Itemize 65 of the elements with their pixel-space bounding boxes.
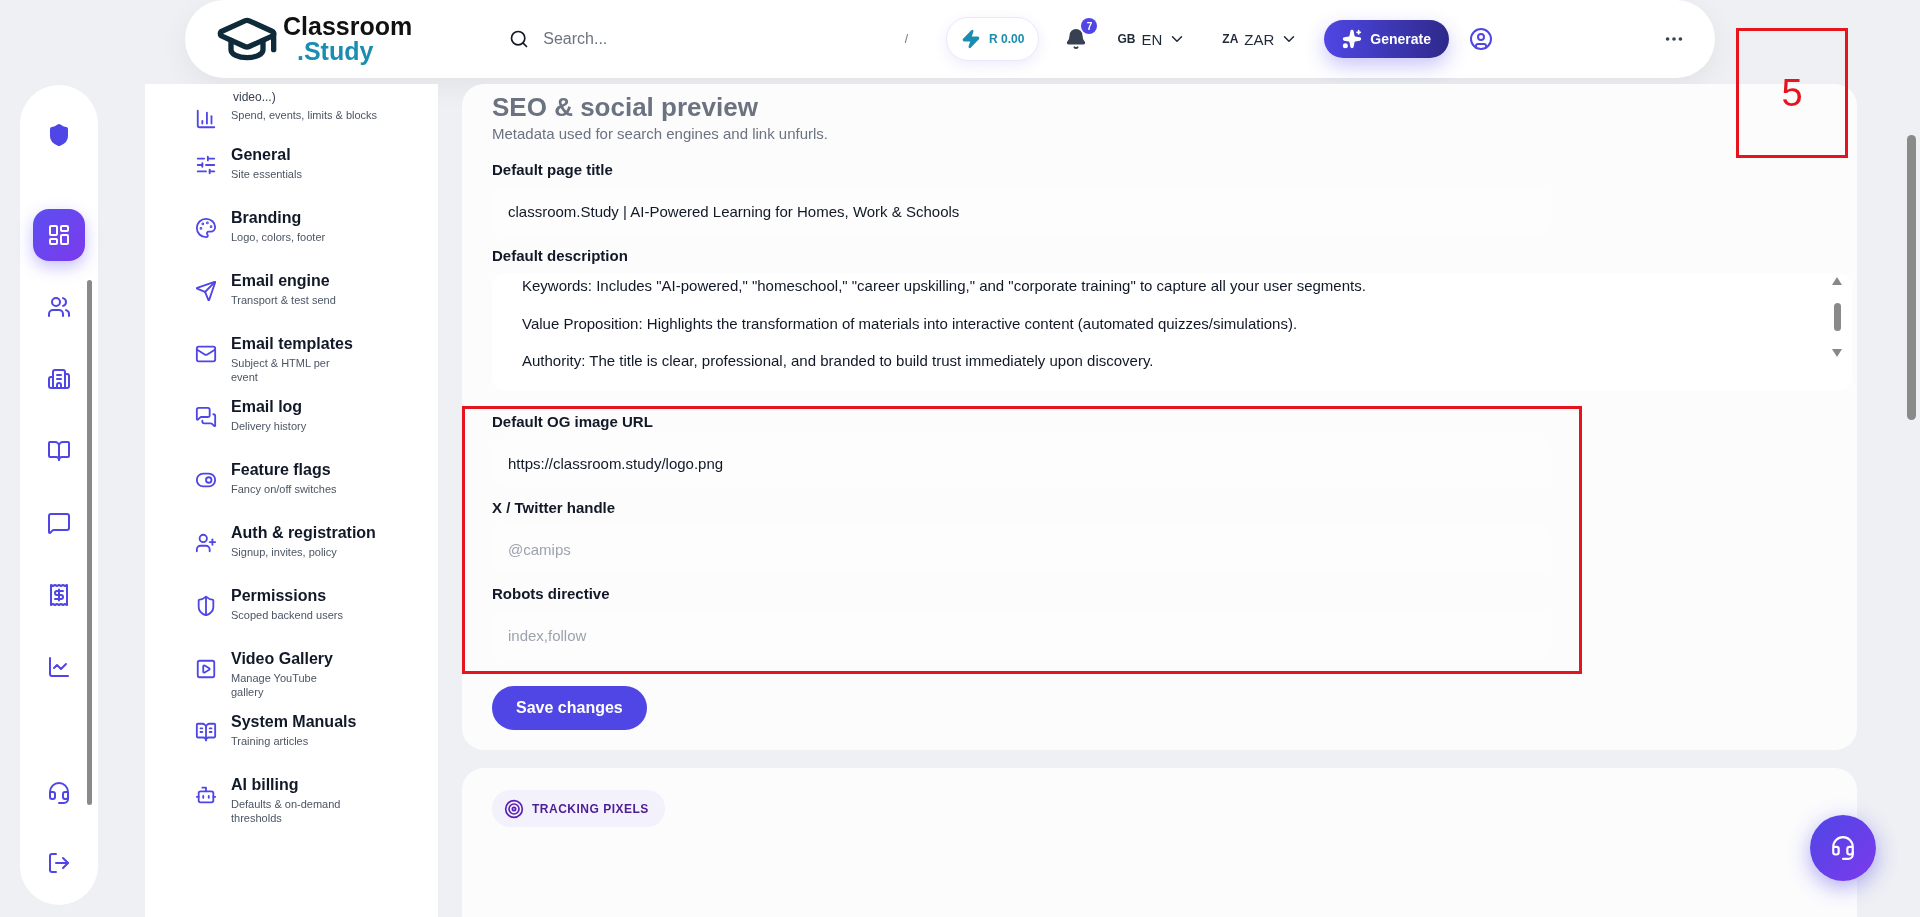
- user-icon[interactable]: [1469, 27, 1493, 51]
- receipt-icon: [47, 583, 71, 607]
- book-icon: [195, 721, 217, 743]
- settings-menu-item[interactable]: Permissions Scoped backend users: [185, 587, 438, 650]
- settings-menu-item[interactable]: Branding Logo, colors, footer: [185, 209, 438, 272]
- arrow-up-icon[interactable]: [1832, 277, 1842, 285]
- notification-count: 7: [1081, 18, 1098, 34]
- settings-menu-item[interactable]: Video Gallery Manage YouTube gallery: [185, 650, 438, 713]
- book-icon: [47, 439, 71, 463]
- menu-subtitle: video...): [233, 90, 277, 106]
- rail-nav-button[interactable]: [33, 209, 85, 261]
- field-label: Default description: [492, 247, 629, 266]
- section-title: SEO & social preview: [492, 92, 758, 123]
- settings-menu-item[interactable]: Email log Delivery history: [185, 398, 438, 461]
- building-icon: [47, 367, 71, 391]
- scrollbar[interactable]: [87, 280, 92, 805]
- settings-menu-item[interactable]: Auth & registration Signup, invites, policy: [185, 524, 438, 587]
- sliders-icon: [195, 154, 217, 176]
- logo-text: Classroom: [283, 14, 413, 39]
- bar-chart-icon: [195, 108, 217, 130]
- logout-icon[interactable]: [47, 851, 71, 875]
- search-field[interactable]: Search...: [541, 29, 893, 49]
- logo-text: .Study: [297, 39, 375, 64]
- palette-icon: [195, 217, 217, 239]
- users-icon: [47, 295, 71, 319]
- headset-icon[interactable]: [47, 781, 71, 805]
- credits-pill[interactable]: R 0.00: [946, 17, 1040, 61]
- dashboard-icon: [47, 223, 71, 247]
- settings-menu-item[interactable]: Spend, events, limits & blocks: [185, 108, 438, 146]
- badge-label: TRACKING PIXELS: [532, 801, 649, 816]
- save-button[interactable]: Save changes: [492, 686, 647, 730]
- field-label: X / Twitter handle: [492, 499, 617, 518]
- field-label: Default OG image URL: [492, 413, 654, 432]
- send-icon: [195, 280, 217, 302]
- settings-menu-item[interactable]: Email engine Transport & test send: [185, 272, 438, 335]
- currency-select[interactable]: ZA ZAR: [1222, 30, 1299, 48]
- field-label: Robots directive: [492, 585, 611, 604]
- shield-icon[interactable]: [47, 123, 71, 147]
- scrollbar[interactable]: [1907, 135, 1916, 420]
- robot-icon: [195, 784, 217, 806]
- chat-icon: [195, 406, 217, 428]
- annotation-number: 5: [1781, 71, 1803, 115]
- add-user-icon: [195, 532, 217, 554]
- search-icon: [509, 29, 530, 49]
- target-icon: [504, 798, 524, 819]
- bell-icon[interactable]: [1065, 28, 1088, 50]
- mail-icon: [195, 343, 217, 365]
- generate-button[interactable]: Generate: [1324, 20, 1449, 58]
- settings-menu-item[interactable]: Feature flags Fancy on/off switches: [185, 461, 438, 524]
- settings-menu-item[interactable]: General Site essentials: [185, 146, 438, 209]
- shortcut-hint: /: [904, 32, 909, 46]
- chat-icon: [47, 511, 71, 535]
- scrollbar-thumb[interactable]: [1833, 303, 1841, 331]
- section-subtitle: Metadata used for search engines and link unfurls.: [492, 125, 829, 142]
- lightning-icon: [961, 29, 982, 49]
- settings-menu-item[interactable]: AI billing Defaults & on-demand thresholds: [185, 776, 438, 839]
- arrow-down-icon[interactable]: [1832, 349, 1842, 357]
- play-icon: [195, 658, 217, 680]
- settings-menu-item[interactable]: System Manuals Training articles: [185, 713, 438, 776]
- shield-icon: [195, 595, 217, 617]
- headset-icon: [1830, 835, 1856, 861]
- settings-menu-item[interactable]: Email templates Subject & HTML per event: [185, 335, 438, 398]
- language-select[interactable]: GB EN: [1117, 30, 1187, 48]
- field-label: Default page title: [492, 161, 614, 180]
- sparkles-icon: [1342, 29, 1363, 49]
